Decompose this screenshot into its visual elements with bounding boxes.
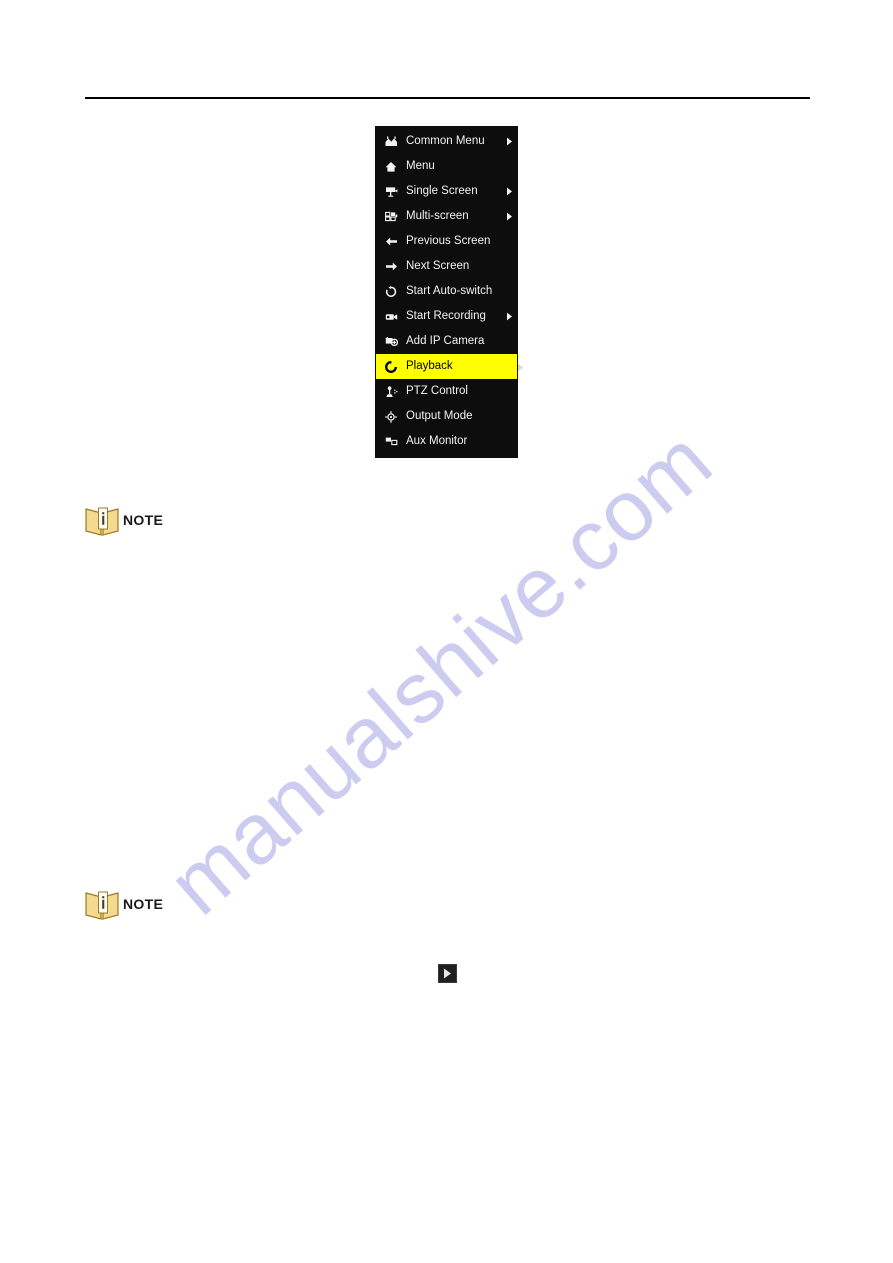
right-click-context-menu[interactable]: Common Menu Menu Single Screen Multi-screen… — [376, 127, 523, 457]
menu-item-single-screen[interactable]: Single Screen — [376, 179, 517, 204]
camcorder-icon — [376, 304, 406, 329]
joystick-icon — [376, 379, 406, 404]
arrow-right-icon — [376, 254, 406, 279]
menu-item-label: Previous Screen — [406, 234, 491, 247]
note-label: NOTE — [123, 512, 164, 528]
menu-item-multi-screen[interactable]: Multi-screen — [376, 204, 517, 229]
menu-item-label: Start Recording — [406, 309, 486, 322]
arrow-left-icon — [376, 229, 406, 254]
aux-monitor-icon — [376, 429, 406, 454]
menu-item-start-recording[interactable]: Start Recording — [376, 304, 517, 329]
playback-icon — [376, 354, 406, 379]
menu-item-label: Menu — [406, 159, 435, 172]
refresh-icon — [376, 279, 406, 304]
watermark-text: manualshive.com — [150, 411, 731, 934]
camera-icon — [376, 179, 406, 204]
menu-item-label: Add IP Camera — [406, 334, 485, 347]
menu-item-playback[interactable]: Playback — [376, 354, 523, 379]
house-icon — [376, 154, 406, 179]
menu-item-label: Multi-screen — [406, 209, 469, 222]
play-icon — [443, 968, 452, 979]
chevron-right-icon — [501, 304, 517, 329]
chevron-right-icon — [516, 362, 524, 372]
menu-item-next-screen[interactable]: Next Screen — [376, 254, 517, 279]
menu-item-aux-monitor[interactable]: Aux Monitor — [376, 429, 517, 454]
chevron-right-icon — [501, 204, 517, 229]
menu-item-label: Next Screen — [406, 259, 470, 272]
menu-item-label: Start Auto-switch — [406, 284, 493, 297]
camera-plus-icon — [376, 329, 406, 354]
menu-item-menu[interactable]: Menu — [376, 154, 517, 179]
header-rule — [85, 97, 810, 99]
menu-item-label: Common Menu — [406, 134, 485, 147]
menu-item-start-auto-switch[interactable]: Start Auto-switch — [376, 279, 517, 304]
chevron-right-icon — [501, 179, 517, 204]
note-callout: NOTE — [84, 504, 163, 538]
menu-item-output-mode[interactable]: Output Mode — [376, 404, 517, 429]
double-house-icon — [376, 129, 406, 154]
play-button[interactable] — [438, 964, 457, 983]
menu-item-label: Single Screen — [406, 184, 478, 197]
note-label: NOTE — [123, 896, 164, 912]
menu-item-label: Output Mode — [406, 409, 473, 422]
output-mode-icon — [376, 404, 406, 429]
note-book-icon — [84, 504, 122, 538]
grid-screens-icon — [376, 204, 406, 229]
menu-item-common-menu[interactable]: Common Menu — [376, 129, 517, 154]
menu-item-label: Playback — [406, 359, 453, 372]
menu-item-add-ip-camera[interactable]: Add IP Camera — [376, 329, 517, 354]
menu-item-previous-screen[interactable]: Previous Screen — [376, 229, 517, 254]
menu-item-label: PTZ Control — [406, 384, 468, 397]
menu-item-label: Aux Monitor — [406, 434, 468, 447]
menu-item-ptz-control[interactable]: PTZ Control — [376, 379, 517, 404]
chevron-right-icon — [501, 129, 517, 154]
note-callout: NOTE — [84, 888, 163, 922]
note-book-icon — [84, 888, 122, 922]
